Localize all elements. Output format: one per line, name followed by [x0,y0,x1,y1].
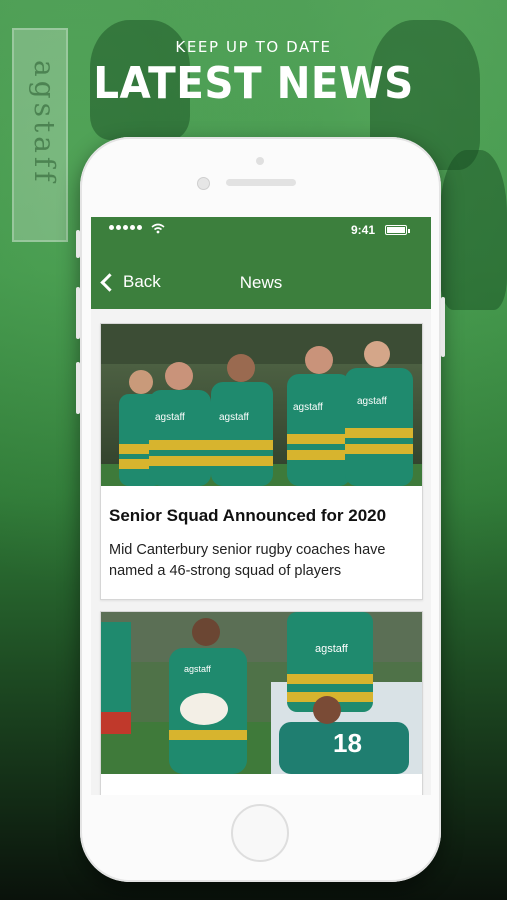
news-card-image: agstaff agstaff 18 [101,612,422,774]
phone-camera [197,177,210,190]
wifi-icon [151,223,165,237]
news-card[interactable]: agstaff agstaff agstaff agstaff Senior S… [100,323,423,600]
svg-text:agstaff: agstaff [357,396,387,407]
team-photo: agstaff agstaff agstaff agstaff [101,324,422,486]
phone-power-button [441,297,445,357]
svg-text:agstaff: agstaff [315,643,349,655]
battery-icon [385,225,410,235]
news-card-image: agstaff agstaff agstaff agstaff [101,324,422,486]
promo-title: LATEST NEWS [93,58,414,109]
phone-speaker [226,179,296,186]
phone-volume-up [76,287,80,339]
svg-text:agstaff: agstaff [155,412,185,423]
phone-volume-down [76,362,80,414]
phone-home-button[interactable] [231,804,289,862]
news-card-summary: Mid Canterbury senior rugby coaches have… [109,542,386,579]
jersey-number: 18 [333,728,362,758]
svg-text:agstaff: agstaff [219,412,249,423]
app-screen: 9:41 Back News agstaff agstaff agstaff a… [91,217,431,795]
promo-subtitle: KEEP UP TO DATE [175,38,332,56]
page-title: News [239,273,283,292]
match-photo: agstaff agstaff 18 [101,612,422,774]
status-bar: 9:41 [91,223,431,239]
signal-icon [109,225,142,230]
phone-mute-switch [76,230,80,258]
navigation-bar: 9:41 Back News [91,217,431,309]
phone-frame: 9:41 Back News agstaff agstaff agstaff a… [76,137,445,882]
phone-sensor [256,157,264,165]
news-card[interactable]: agstaff agstaff 18 [100,611,423,795]
svg-text:agstaff: agstaff [293,402,323,413]
background-player-far-right [440,150,507,310]
status-time: 9:41 [351,223,376,237]
news-card-title: Senior Squad Announced for 2020 [109,506,387,525]
svg-text:agstaff: agstaff [184,664,211,674]
